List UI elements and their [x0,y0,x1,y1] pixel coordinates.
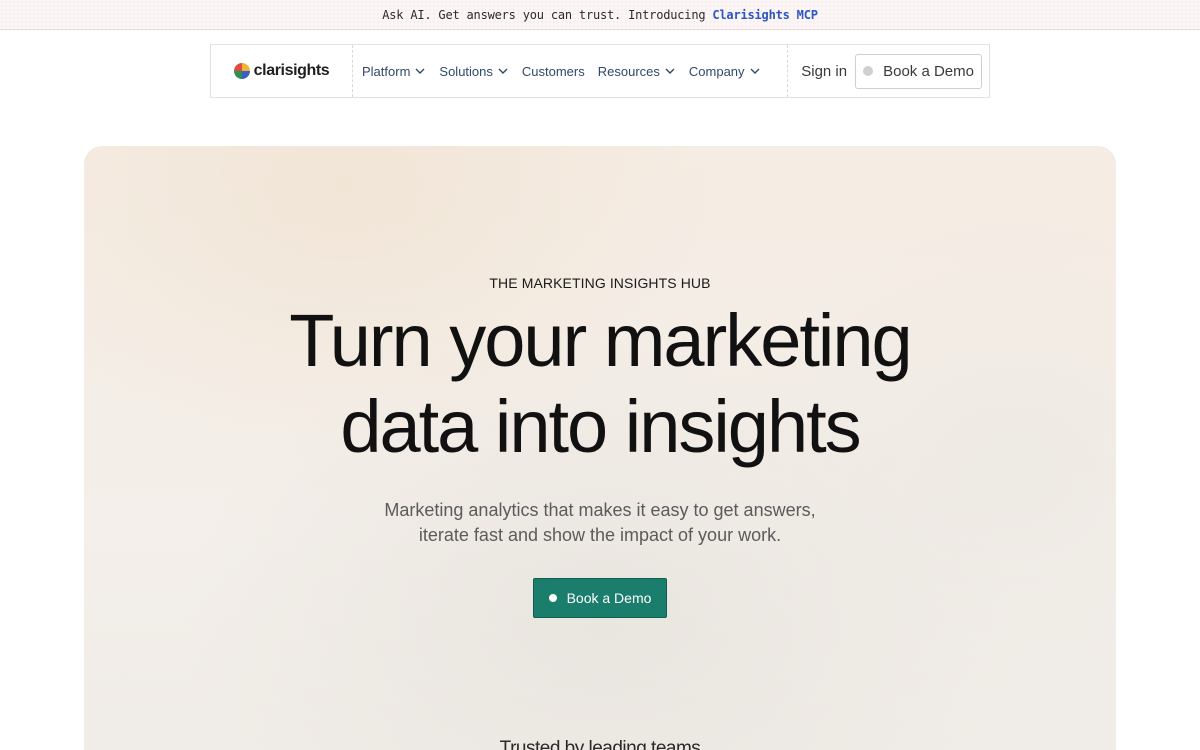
nav-item-solutions[interactable]: Solutions [439,64,508,79]
nav-item-resources[interactable]: Resources [598,64,676,79]
hero-subtitle-line-1: Marketing analytics that makes it easy t… [384,500,816,520]
chevron-down-icon [498,68,508,74]
top-navigation: clarisights Platform Solutions Customers… [210,44,990,98]
announcement-bar: Ask AI. Get answers you can trust. Intro… [0,0,1200,30]
hero-headline: Turn your marketing data into insights [84,298,1116,470]
hero-headline-line-1: Turn your marketing [289,299,912,382]
hero-book-demo-button[interactable]: Book a Demo [533,578,667,618]
chevron-down-icon [665,68,675,74]
nav-book-demo-label: Book a Demo [883,62,974,80]
hero-eyebrow: THE MARKETING INSIGHTS HUB [489,275,711,291]
nav-item-platform[interactable]: Platform [362,64,426,79]
hero-subtitle: Marketing analytics that makes it easy t… [84,498,1116,548]
brand-logo[interactable]: clarisights [211,45,353,97]
nav-actions: Sign in Book a Demo [788,45,989,97]
nav-item-label: Customers [521,63,585,79]
announcement-link[interactable]: Clarisights MCP [712,8,818,22]
hero-subtitle-line-2: iterate fast and show the impact of your… [418,525,782,545]
hero-headline-line-2: data into insights [340,385,861,468]
nav-item-label: Platform [362,63,411,79]
chevron-down-icon [415,68,425,74]
chevron-down-icon [750,68,760,74]
announcement-text: Ask AI. Get answers you can trust. Intro… [382,7,706,22]
dot-icon [548,594,557,602]
nav-item-label: Company [688,63,745,79]
clarisights-logo-icon [233,63,250,79]
nav-item-company[interactable]: Company [689,64,761,79]
sign-in-link[interactable]: Sign in [801,63,847,80]
brand-name: clarisights [253,62,330,79]
nav-book-demo-button[interactable]: Book a Demo [855,53,982,89]
hero-book-demo-label: Book a Demo [566,590,652,606]
trusted-by-heading: Trusted by leading teams [499,738,701,750]
dot-icon [863,66,874,76]
nav-menu: Platform Solutions Customers Resources C… [353,45,789,97]
nav-item-customers[interactable]: Customers [522,64,585,79]
hero-section: THE MARKETING INSIGHTS HUB Turn your mar… [84,146,1116,750]
nav-item-label: Resources [597,63,660,79]
nav-item-label: Solutions [439,63,493,79]
